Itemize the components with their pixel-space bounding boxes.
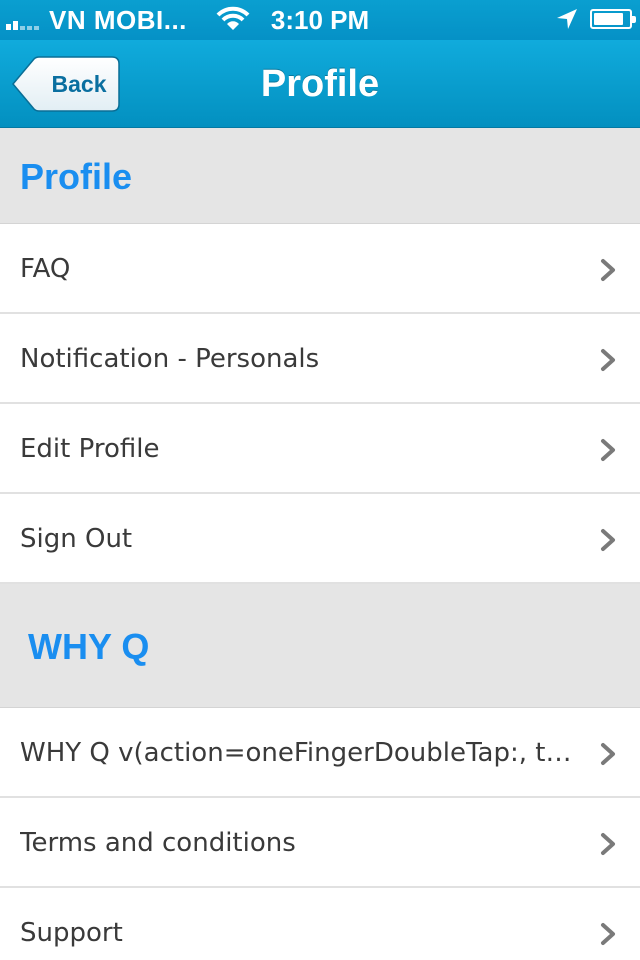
- menu-item-label: FAQ: [20, 254, 71, 284]
- battery-icon: [590, 9, 636, 29]
- menu-item-notification-personals[interactable]: Notification - Personals: [0, 314, 640, 404]
- back-button[interactable]: Back: [12, 56, 120, 112]
- menu-item-why-q[interactable]: WHY Q v(action=oneFingerDoubleTap:, ta…: [0, 708, 640, 798]
- menu-item-label: Support: [20, 918, 123, 948]
- chevron-right-icon: [601, 259, 615, 281]
- navigation-bar: Profile Back: [0, 40, 640, 128]
- chevron-right-icon: [601, 349, 615, 371]
- section-header-why-q: WHY Q: [0, 584, 640, 708]
- battery-level: [594, 13, 623, 25]
- status-bar: VN MOBI... 3:10 PM: [0, 0, 640, 40]
- chevron-right-icon: [601, 439, 615, 461]
- chevron-right-icon: [601, 529, 615, 551]
- menu-item-label: Notification - Personals: [20, 344, 320, 374]
- status-time: 3:10 PM: [270, 5, 370, 35]
- menu-item-faq[interactable]: FAQ: [0, 224, 640, 314]
- chevron-right-icon: [601, 833, 615, 855]
- menu-item-label: Sign Out: [20, 524, 133, 554]
- location-arrow-icon: [557, 9, 577, 29]
- chevron-right-icon: [601, 923, 615, 945]
- menu-item-label: WHY Q v(action=oneFingerDoubleTap:, ta…: [20, 738, 580, 768]
- menu-item-edit-profile[interactable]: Edit Profile: [0, 404, 640, 494]
- menu-item-sign-out[interactable]: Sign Out: [0, 494, 640, 584]
- section-title: WHY Q: [28, 626, 150, 667]
- menu-item-label: Terms and conditions: [20, 828, 296, 858]
- section-title: Profile: [20, 156, 133, 197]
- menu-item-support[interactable]: Support: [0, 888, 640, 960]
- menu-item-label: Edit Profile: [20, 434, 160, 464]
- chevron-right-icon: [601, 743, 615, 765]
- section-header-profile: Profile: [0, 128, 640, 224]
- back-button-label: Back: [51, 71, 107, 97]
- menu-item-terms-and-conditions[interactable]: Terms and conditions: [0, 798, 640, 888]
